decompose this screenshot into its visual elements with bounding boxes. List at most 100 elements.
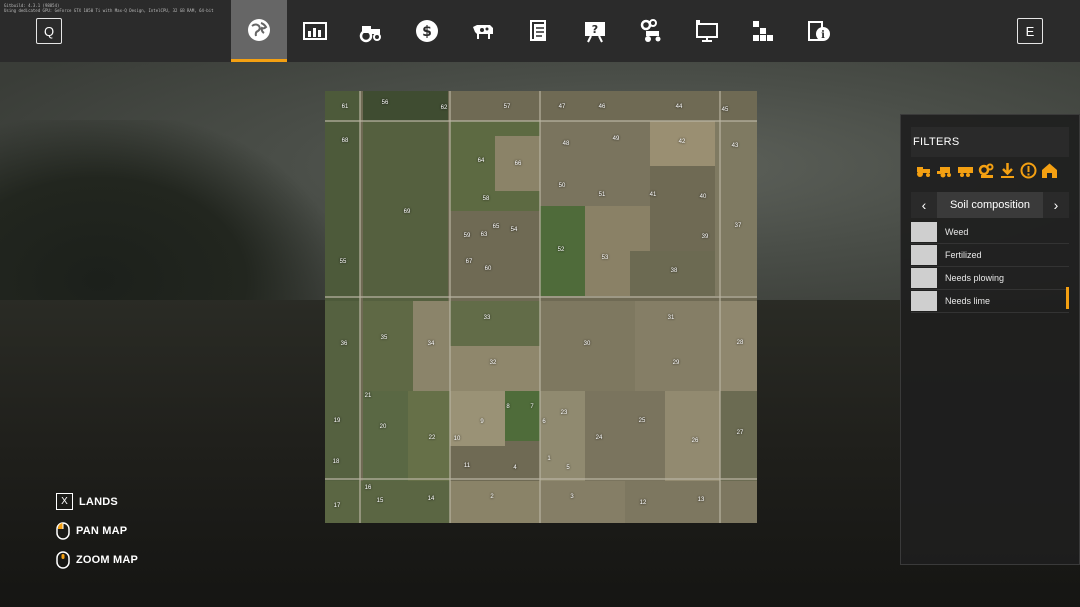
- tab-map[interactable]: [231, 0, 287, 62]
- field-number[interactable]: 19: [334, 418, 341, 424]
- field-number[interactable]: 4: [513, 465, 516, 471]
- field-number[interactable]: 46: [599, 104, 606, 110]
- field-number[interactable]: 36: [341, 341, 348, 347]
- harvester-filter-icon[interactable]: [936, 162, 953, 179]
- tractor-filter-icon[interactable]: [915, 162, 932, 179]
- field-number[interactable]: 38: [671, 268, 678, 274]
- tab-vehicles[interactable]: [343, 0, 399, 62]
- field-number[interactable]: 69: [404, 209, 411, 215]
- field-number[interactable]: 10: [454, 436, 461, 442]
- field-number[interactable]: 40: [700, 194, 707, 200]
- field-number[interactable]: 13: [698, 497, 705, 503]
- field-number[interactable]: 3: [570, 494, 573, 500]
- field-number[interactable]: 18: [333, 459, 340, 465]
- field-number[interactable]: 12: [640, 500, 647, 506]
- field-number[interactable]: 37: [735, 223, 742, 229]
- tab-finances[interactable]: $: [399, 0, 455, 62]
- field-number[interactable]: 52: [558, 247, 565, 253]
- field-number[interactable]: 5: [566, 465, 569, 471]
- tools-filter-icon[interactable]: [978, 162, 995, 179]
- trailer-filter-icon[interactable]: [957, 162, 974, 179]
- field-number[interactable]: 2: [490, 494, 493, 500]
- tab-production[interactable]: [735, 0, 791, 62]
- field-number[interactable]: 53: [602, 255, 609, 261]
- field-number[interactable]: 9: [480, 419, 483, 425]
- field-number[interactable]: 41: [650, 192, 657, 198]
- previous-layer-button[interactable]: ‹: [911, 192, 937, 218]
- field-number[interactable]: 61: [342, 104, 349, 110]
- field-number[interactable]: 56: [382, 100, 389, 106]
- field-number[interactable]: 48: [563, 141, 570, 147]
- field-number[interactable]: 26: [692, 438, 699, 444]
- scroll-indicator[interactable]: [1066, 287, 1069, 309]
- field-number[interactable]: 43: [732, 143, 739, 149]
- next-page-key-button[interactable]: E: [1017, 18, 1043, 44]
- field-number[interactable]: 42: [679, 139, 686, 145]
- field-number[interactable]: 58: [483, 196, 490, 202]
- field-number[interactable]: 32: [490, 360, 497, 366]
- field-number[interactable]: 66: [515, 161, 522, 167]
- field-number[interactable]: 64: [478, 158, 485, 164]
- field-number[interactable]: 1: [547, 456, 550, 462]
- prev-page-key-button[interactable]: Q: [36, 18, 62, 44]
- layer-selector[interactable]: ‹ Soil composition ›: [911, 192, 1069, 218]
- list-item[interactable]: Needs plowing: [911, 267, 1069, 290]
- field-number[interactable]: 62: [441, 105, 448, 111]
- tab-farm-settings[interactable]: [623, 0, 679, 62]
- field-number[interactable]: 15: [377, 498, 384, 504]
- field-number[interactable]: 35: [381, 335, 388, 341]
- field-number[interactable]: 63: [481, 232, 488, 238]
- background-trees: [0, 120, 330, 320]
- field-number[interactable]: 45: [722, 107, 729, 113]
- field-number[interactable]: 7: [530, 404, 533, 410]
- tab-animals[interactable]: [455, 0, 511, 62]
- field-number[interactable]: 25: [639, 418, 646, 424]
- field-number[interactable]: 11: [464, 463, 470, 469]
- tab-info[interactable]: i: [791, 0, 847, 62]
- field-number[interactable]: 59: [464, 233, 471, 239]
- field-number[interactable]: 27: [737, 430, 744, 436]
- field-number[interactable]: 34: [428, 341, 435, 347]
- field-number[interactable]: 39: [702, 234, 709, 240]
- list-item[interactable]: Needs lime: [911, 290, 1069, 313]
- tab-help[interactable]: ?: [567, 0, 623, 62]
- next-layer-button[interactable]: ›: [1043, 192, 1069, 218]
- field-number[interactable]: 54: [511, 227, 518, 233]
- tab-general-settings[interactable]: [679, 0, 735, 62]
- warning-filter-icon[interactable]: [1020, 162, 1037, 179]
- field-number[interactable]: 31: [668, 315, 675, 321]
- field-number[interactable]: 6: [542, 419, 545, 425]
- field-number[interactable]: 50: [559, 183, 566, 189]
- list-item[interactable]: Fertilized: [911, 244, 1069, 267]
- field-number[interactable]: 17: [334, 503, 341, 509]
- field-number[interactable]: 30: [584, 341, 591, 347]
- field-number[interactable]: 60: [485, 266, 492, 272]
- map-view[interactable]: 61 56 62 57 47 46 44 45 68 48 49 42 43 6…: [325, 91, 757, 523]
- field-number[interactable]: 57: [504, 104, 511, 110]
- field-number[interactable]: 67: [466, 259, 473, 265]
- tab-contracts[interactable]: [511, 0, 567, 62]
- field-number[interactable]: 16: [365, 485, 372, 491]
- field-number[interactable]: 28: [737, 340, 744, 346]
- farmhouse-filter-icon[interactable]: [1041, 162, 1058, 179]
- download-filter-icon[interactable]: [999, 162, 1016, 179]
- field-number[interactable]: 8: [506, 404, 509, 410]
- field-number[interactable]: 29: [673, 360, 680, 366]
- field-number[interactable]: 22: [429, 435, 436, 441]
- field-number[interactable]: 68: [342, 138, 349, 144]
- tab-statistics[interactable]: [287, 0, 343, 62]
- field-number[interactable]: 55: [340, 259, 347, 265]
- lands-control[interactable]: X LANDS: [56, 493, 118, 510]
- list-item[interactable]: Weed: [911, 221, 1069, 244]
- field-number[interactable]: 20: [380, 424, 387, 430]
- field-number[interactable]: 65: [493, 224, 500, 230]
- field-number[interactable]: 21: [365, 393, 372, 399]
- field-number[interactable]: 44: [676, 104, 683, 110]
- field-number[interactable]: 47: [559, 104, 566, 110]
- field-number[interactable]: 24: [596, 435, 603, 441]
- field-number[interactable]: 14: [428, 496, 435, 502]
- field-number[interactable]: 49: [613, 136, 620, 142]
- field-number[interactable]: 51: [599, 192, 606, 198]
- field-number[interactable]: 23: [561, 410, 568, 416]
- field-number[interactable]: 33: [484, 315, 491, 321]
